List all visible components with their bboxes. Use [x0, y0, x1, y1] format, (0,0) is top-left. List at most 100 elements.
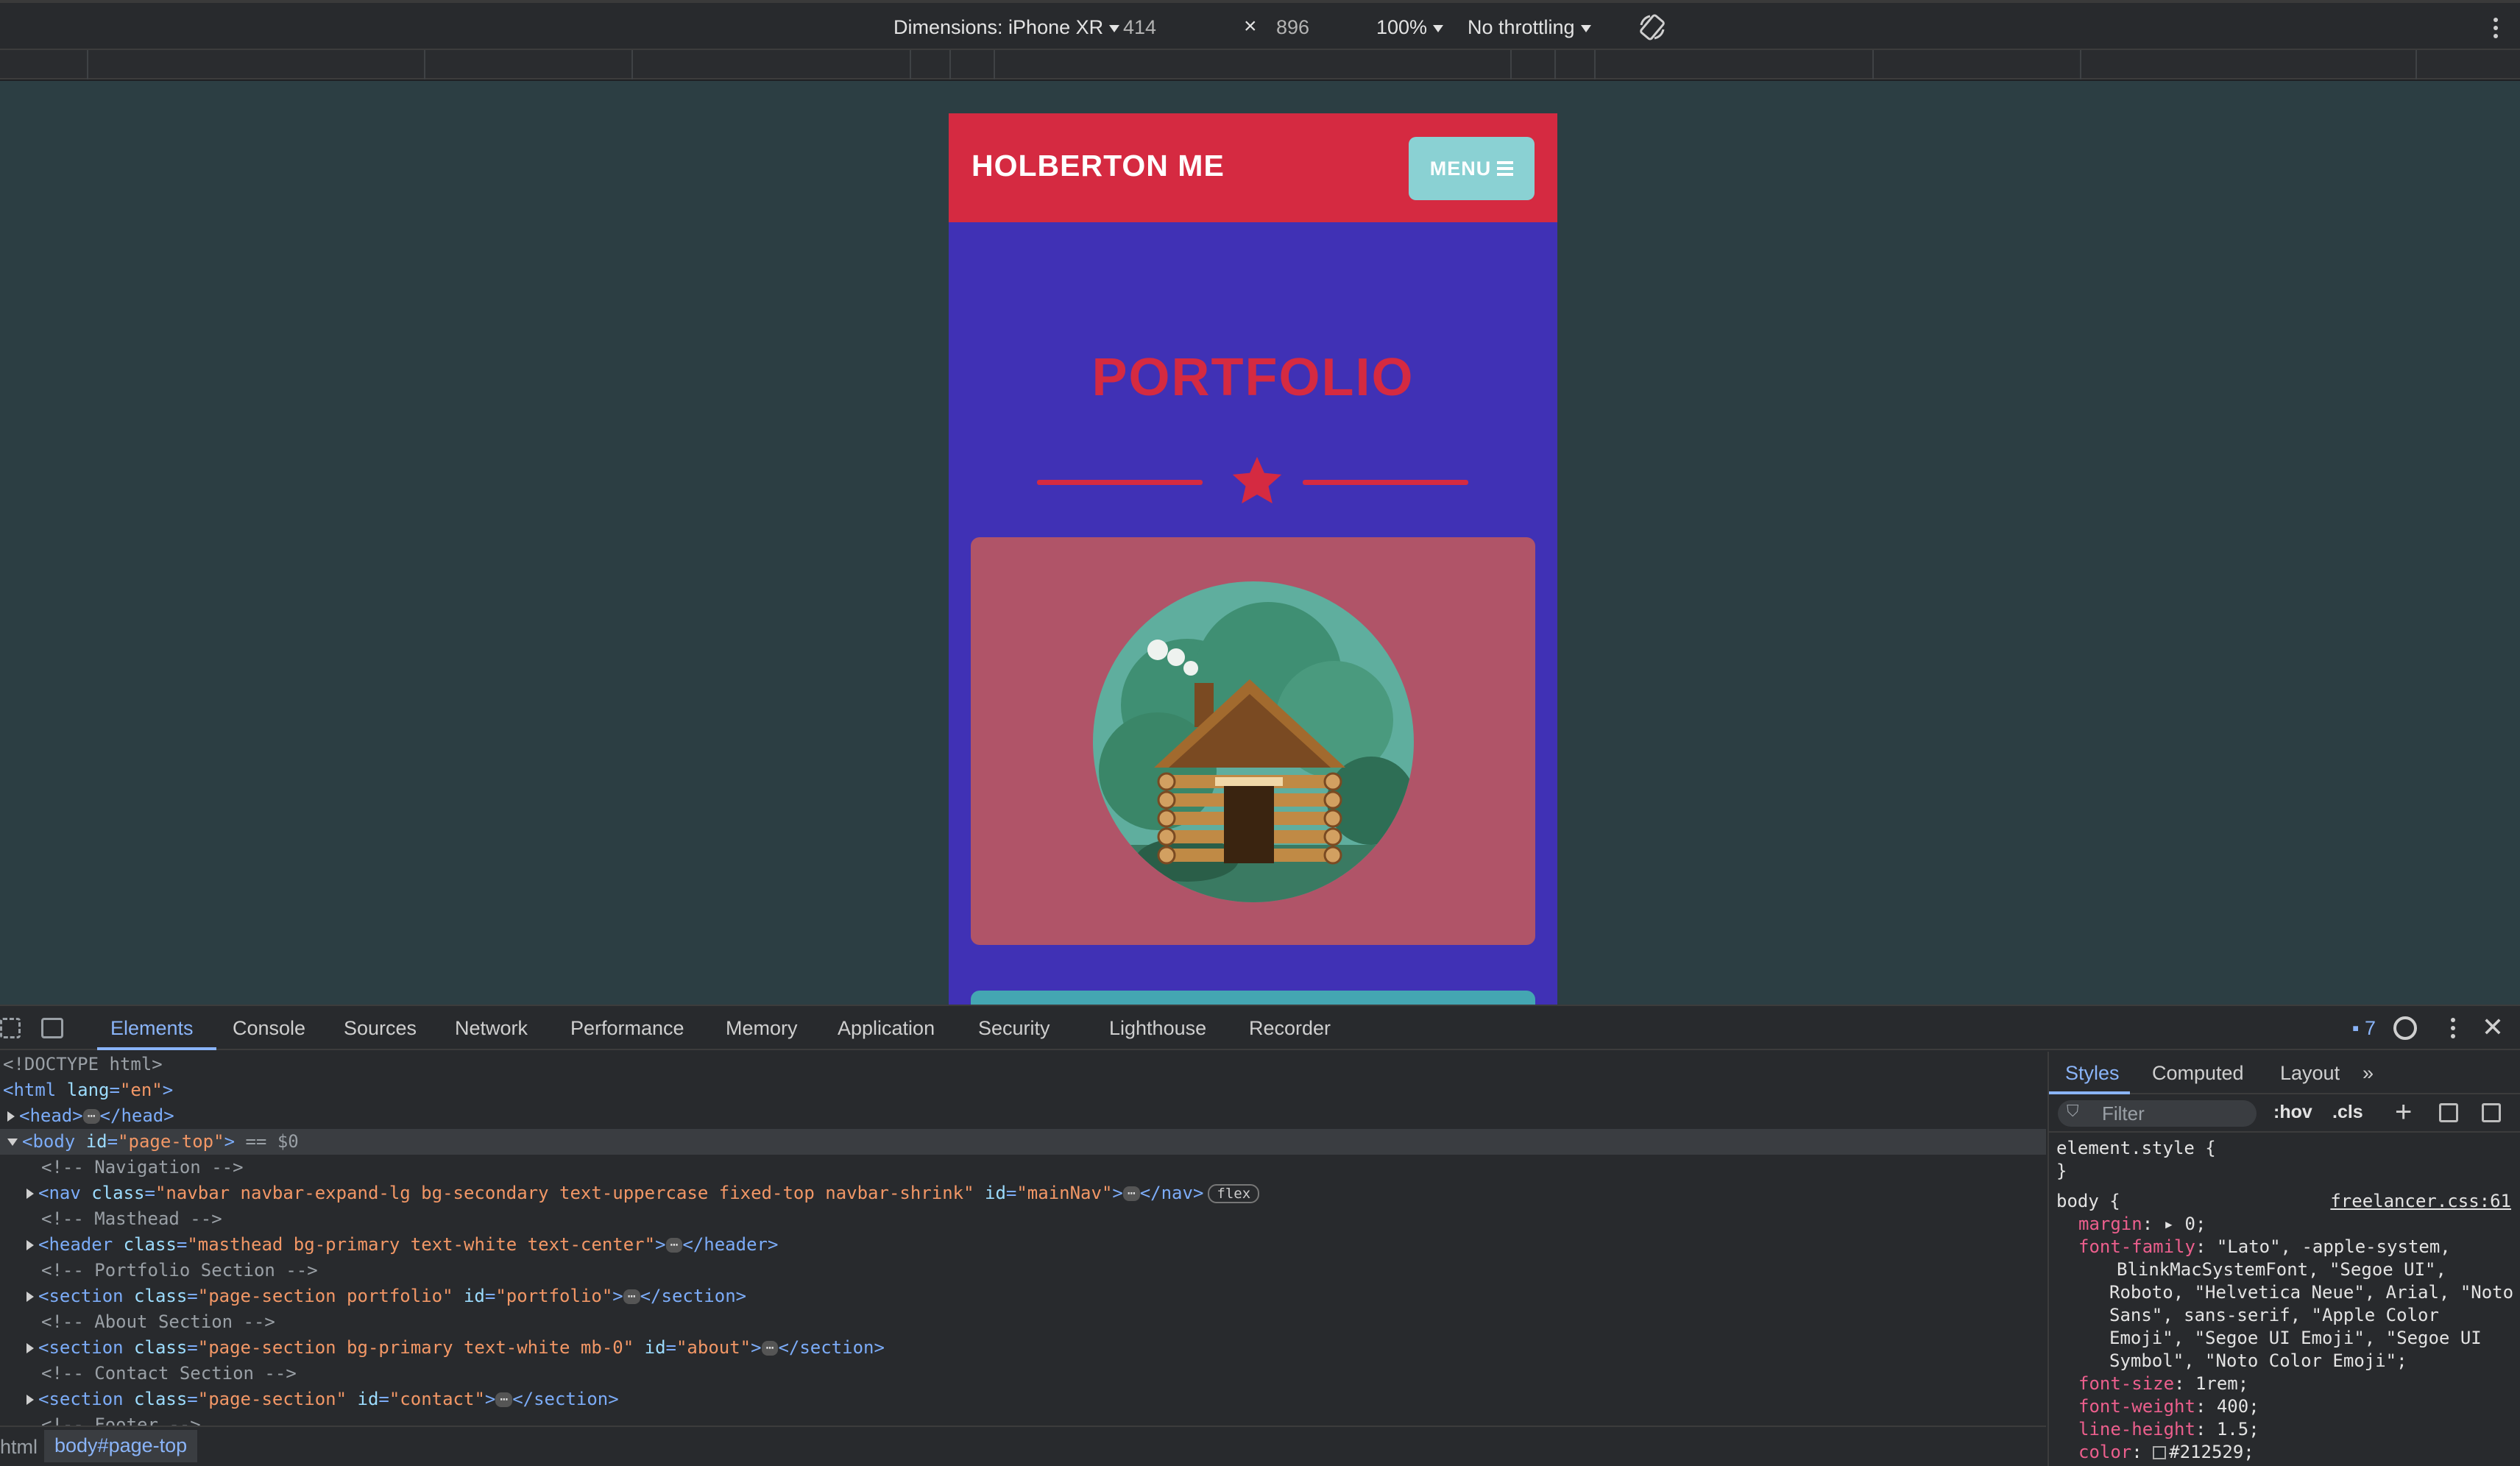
dom-comment-portfolio[interactable]: <!-- Portfolio Section --> — [0, 1258, 2046, 1283]
expand-arrow-icon[interactable] — [26, 1189, 34, 1199]
media-query-ruler — [0, 50, 2520, 79]
dom-line-section-portfolio[interactable]: <section class="page-section portfolio" … — [0, 1283, 2046, 1309]
width-input[interactable]: 414 — [1123, 16, 1156, 39]
new-rule-icon[interactable]: + — [2395, 1096, 2412, 1129]
triangle-icon[interactable]: ▸ — [2164, 1214, 2174, 1234]
element-style-close: } — [2056, 1161, 2067, 1181]
expand-arrow-icon[interactable] — [7, 1111, 15, 1122]
tab-memory[interactable]: Memory — [726, 1017, 798, 1040]
expand-arrow-icon[interactable] — [26, 1292, 34, 1302]
tab-sources[interactable]: Sources — [344, 1017, 417, 1040]
tab-computed[interactable]: Computed — [2152, 1062, 2244, 1085]
breadcrumb-html[interactable]: html — [0, 1436, 38, 1459]
dimensions-label: Dimensions: iPhone XR — [893, 16, 1104, 38]
rotate-icon[interactable] — [1637, 12, 1668, 48]
tab-network[interactable]: Network — [455, 1017, 528, 1040]
flex-badge[interactable]: flex — [1208, 1184, 1260, 1203]
settings-gear-icon[interactable] — [2393, 1016, 2417, 1040]
height-input[interactable]: 896 — [1276, 16, 1309, 39]
css-rules: element.style { } body { freelancer.css:… — [2049, 1137, 2520, 1464]
element-style-selector[interactable]: element.style { — [2056, 1137, 2520, 1160]
portfolio-item-cabin[interactable] — [971, 537, 1535, 945]
tab-performance[interactable]: Performance — [570, 1017, 684, 1040]
stylesheet-link[interactable]: freelancer.css:61 — [2330, 1190, 2511, 1213]
tab-elements[interactable]: Elements — [110, 1017, 194, 1040]
tab-styles[interactable]: Styles — [2065, 1062, 2120, 1085]
close-devtools-icon[interactable]: ✕ — [2482, 1012, 2504, 1043]
tab-lighthouse[interactable]: Lighthouse — [1109, 1017, 1206, 1040]
dom-line-header[interactable]: <header class="masthead bg-primary text-… — [0, 1232, 2046, 1258]
dom-comment-navigation[interactable]: <!-- Navigation --> — [0, 1155, 2046, 1180]
zoom-label: 100% — [1376, 16, 1428, 38]
devtools-panel: Elements Console Sources Network Perform… — [0, 1005, 2520, 1466]
dom-line-section-contact[interactable]: <section class="page-section" id="contac… — [0, 1387, 2046, 1412]
tab-console[interactable]: Console — [233, 1017, 305, 1040]
issues-icon: ▪ — [2351, 1017, 2360, 1039]
dimensions-dropdown[interactable]: Dimensions: iPhone XR — [893, 16, 1120, 39]
expand-arrow-icon[interactable] — [26, 1240, 34, 1250]
devtools-more-icon[interactable] — [2451, 1018, 2455, 1042]
more-options-icon[interactable] — [2494, 18, 2498, 42]
dom-line-head[interactable]: <head> ⋯ </head> — [0, 1103, 2046, 1129]
dom-tree: <!DOCTYPE html> <html lang="en"> <head> ⋯… — [0, 1052, 2046, 1442]
dom-comment-contact[interactable]: <!-- Contact Section --> — [0, 1361, 2046, 1387]
star-icon — [1232, 456, 1282, 504]
tab-application[interactable]: Application — [838, 1017, 935, 1040]
section-title: PORTFOLIO — [1091, 348, 1415, 407]
navbar: HOLBERTON ME MENU — [949, 113, 1557, 222]
dom-breadcrumb: html body#page-top — [0, 1426, 2046, 1466]
throttling-label: No throttling — [1468, 16, 1575, 38]
device-viewport: HOLBERTON ME MENU PORTFOLIO — [0, 81, 2520, 1005]
divider-line-left — [1037, 480, 1203, 485]
dom-line-section-about[interactable]: <section class="page-section bg-primary … — [0, 1335, 2046, 1361]
cabin-image — [1093, 581, 1414, 902]
filter-icon: ⛉ — [2067, 1102, 2079, 1120]
brand-link[interactable]: HOLBERTON ME — [971, 149, 1225, 183]
issues-counter[interactable]: ▪ 7 — [2352, 1017, 2376, 1040]
collapse-arrow-icon[interactable] — [7, 1139, 18, 1146]
styles-filter-bar: Filter ⛉ :hov .cls + — [2049, 1094, 2520, 1133]
dom-line-nav[interactable]: <nav class="navbar navbar-expand-lg bg-s… — [0, 1180, 2046, 1206]
throttling-dropdown[interactable]: No throttling — [1468, 16, 1591, 39]
caret-down-icon — [1433, 24, 1444, 32]
portfolio-item-next[interactable] — [971, 991, 1535, 1005]
color-swatch[interactable] — [2153, 1446, 2167, 1459]
menu-button[interactable]: MENU — [1409, 137, 1535, 200]
hamburger-icon — [1497, 158, 1514, 179]
sidebar-toggle-icon[interactable] — [2482, 1103, 2501, 1122]
body-selector[interactable]: body { — [2056, 1191, 2120, 1211]
tab-security[interactable]: Security — [978, 1017, 1050, 1040]
divider-line-right — [1303, 480, 1468, 485]
times-symbol: × — [1244, 14, 1257, 38]
more-tabs-icon[interactable]: » — [2362, 1062, 2374, 1085]
active-tab-indicator — [97, 1047, 216, 1050]
menu-label: MENU — [1429, 157, 1492, 180]
paint-brush-icon[interactable] — [2439, 1103, 2458, 1122]
styles-tabbar: Styles Computed Layout » — [2049, 1052, 2520, 1094]
dom-line-body[interactable]: <body id="page-top"> == $0 — [0, 1129, 2046, 1155]
dom-line-html[interactable]: <html lang="en"> — [0, 1077, 2046, 1103]
expand-arrow-icon[interactable] — [26, 1395, 34, 1405]
breadcrumb-body[interactable]: body#page-top — [44, 1430, 198, 1462]
cls-toggle[interactable]: .cls — [2332, 1102, 2363, 1123]
issues-count: 7 — [2364, 1017, 2376, 1039]
caret-down-icon — [1109, 24, 1120, 32]
styles-filter-input[interactable]: Filter — [2058, 1100, 2257, 1127]
dom-line-doctype[interactable]: <!DOCTYPE html> — [0, 1052, 2046, 1077]
zoom-dropdown[interactable]: 100% — [1376, 16, 1444, 39]
devtools-tabbar: Elements Console Sources Network Perform… — [0, 1006, 2520, 1050]
tab-recorder[interactable]: Recorder — [1249, 1017, 1331, 1040]
inspect-element-icon[interactable] — [0, 1018, 21, 1038]
body-rule: body { freelancer.css:61 — [2056, 1190, 2520, 1213]
mobile-page: HOLBERTON ME MENU PORTFOLIO — [949, 113, 1557, 1005]
hov-toggle[interactable]: :hov — [2273, 1102, 2312, 1123]
star-divider — [949, 452, 1557, 511]
device-toggle-icon[interactable] — [41, 1018, 63, 1038]
styles-pane: Styles Computed Layout » Filter ⛉ :hov .… — [2048, 1052, 2520, 1466]
caret-down-icon — [1580, 24, 1591, 32]
tab-layout[interactable]: Layout — [2280, 1062, 2340, 1085]
expand-arrow-icon[interactable] — [26, 1343, 34, 1353]
dom-comment-about[interactable]: <!-- About Section --> — [0, 1309, 2046, 1335]
device-toolbar: Dimensions: iPhone XR 414 × 896 100% No … — [0, 0, 2520, 50]
dom-comment-masthead[interactable]: <!-- Masthead --> — [0, 1206, 2046, 1232]
